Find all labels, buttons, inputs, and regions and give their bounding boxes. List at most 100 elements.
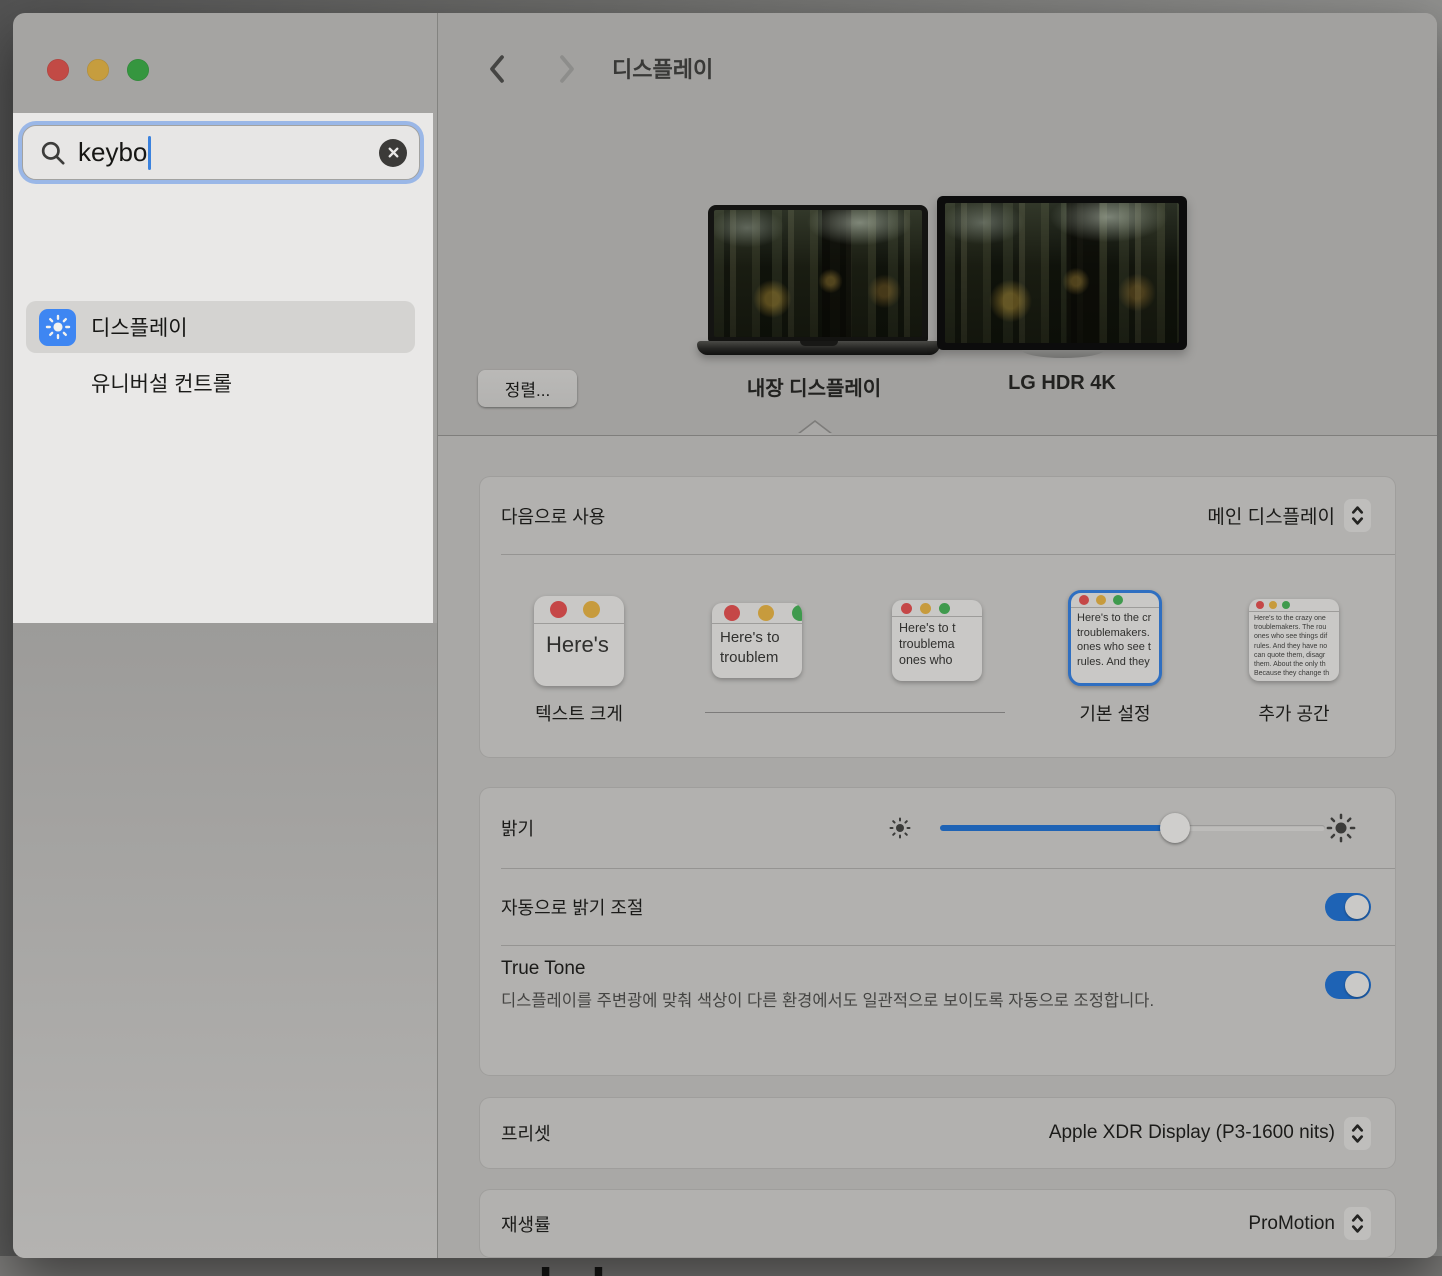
clear-search-button[interactable] [379,139,407,167]
use-as-stepper[interactable] [1344,499,1371,532]
wallpaper-preview [945,203,1179,343]
search-query-text: keybo [78,137,147,168]
zoom-icon [1113,595,1123,605]
true-tone-toggle[interactable] [1325,971,1371,999]
preview-text: troublema [899,636,982,652]
scaling-label-more-space: 추가 공간 [1229,700,1359,726]
preview-titlebar [892,600,982,617]
zoom-icon [939,603,950,614]
scaling-label-default: 기본 설정 [1048,700,1182,726]
macbook-base [697,341,940,355]
close-icon [387,146,400,159]
background-partial-text: ssh-keygen [476,1257,783,1276]
builtin-display-label: 내장 디스플레이 [698,372,930,401]
preview-text: can quote them, disagr [1254,651,1339,660]
true-tone-description: 디스플레이를 주변광에 맞춰 색상이 다른 환경에서도 일관적으로 보이도록 자… [501,987,1246,1016]
minimize-icon [758,605,774,621]
preview-text: ones who [899,652,982,668]
close-icon [901,603,912,614]
use-as-label: 다음으로 사용 [501,503,605,529]
arrange-button[interactable]: 정렬... [478,370,577,407]
close-button[interactable] [47,59,69,81]
close-icon [1256,601,1264,609]
external-display-thumbnail[interactable] [937,196,1187,350]
preview-text: ones who see t [1077,640,1159,655]
brightness-slider-fill [940,825,1175,831]
close-icon [550,601,567,618]
true-tone-row: True Tone 디스플레이를 주변광에 맞춰 색상이 다른 환경에서도 일관… [480,945,1395,1075]
display-mode-card: 다음으로 사용 메인 디스플레이 Here's Here's totrouble… [480,477,1395,757]
close-icon [1079,595,1089,605]
minimize-icon [920,603,931,614]
search-icon [39,139,66,166]
auto-brightness-label: 자동으로 밝기 조절 [501,894,643,920]
preview-text: Because they change th [1254,669,1339,678]
refresh-rate-value[interactable]: ProMotion [1248,1213,1335,1235]
preview-text: Here's to [720,628,802,648]
preview-text: rules. And they have no [1254,642,1339,651]
scaling-option-2[interactable]: Here's totroublem [712,603,802,678]
minimize-button[interactable] [87,59,109,81]
back-button[interactable] [485,54,509,84]
search-result-label: 디스플레이 [91,312,188,342]
preset-value[interactable]: Apple XDR Display (P3-1600 nits) [1049,1122,1335,1144]
minimize-icon [1096,595,1106,605]
system-settings-window: keybo 디스플레이 유니버설 컨트롤 디스플레이 내장 디스플레이 LG [13,13,1437,1258]
brightness-card: 밝기 자동으로 밝기 조절 True Tone 디스플레이를 주변광에 맞춰 색… [480,788,1395,1075]
section-divider [438,435,1437,436]
scaling-option-larger-text[interactable]: Here's [534,596,624,686]
zoom-icon [1282,601,1290,609]
brightness-dim-icon [888,816,912,840]
toggle-knob [1345,973,1369,997]
preview-text: troublem [720,648,802,668]
screen: ssh-keygen keybo [0,0,1442,1276]
scaling-label-larger-text: 텍스트 크게 [514,700,644,726]
brightness-slider-track[interactable] [940,825,1325,831]
preview-text: ones who see things dif [1254,632,1339,641]
scaling-option-more-space[interactable]: Here's to the crazy onetroublemakers. Th… [1249,599,1339,681]
preview-text: them. About the only th [1254,660,1339,669]
sidebar-lower-area [13,623,437,1258]
preview-text: rules. And they [1077,655,1159,670]
display-brightness-icon [39,309,76,346]
search-result-universal-control[interactable]: 유니버설 컨트롤 [26,366,415,400]
external-display-label: LG HDR 4K [962,372,1162,395]
preview-text: Here's to t [899,620,982,636]
search-input[interactable]: keybo [22,125,420,180]
true-tone-label: True Tone [501,958,586,980]
preview-text: Here's to the cr [1077,611,1159,626]
preset-stepper[interactable] [1344,1117,1371,1150]
refresh-rate-stepper[interactable] [1344,1207,1371,1240]
sidebar-divider [437,13,438,1258]
zoom-icon [792,605,802,621]
refresh-rate-card: 재생률 ProMotion [480,1190,1395,1257]
preview-text: Here's [546,632,624,658]
preset-label: 프리셋 [501,1120,551,1146]
preset-card: 프리셋 Apple XDR Display (P3-1600 nits) [480,1098,1395,1168]
use-as-value[interactable]: 메인 디스플레이 [1207,502,1335,529]
preview-text: Here's to the crazy one [1254,614,1339,623]
preview-titlebar [534,596,624,624]
preview-titlebar [1249,599,1339,612]
search-result-display[interactable]: 디스플레이 [26,301,415,353]
scaling-options-connector-line [705,712,1005,713]
preview-text: troublemakers. [1077,626,1159,641]
refresh-rate-label: 재생률 [501,1211,551,1237]
minimize-icon [1269,601,1277,609]
preview-titlebar [712,603,802,624]
desktop-background-band: ssh-keygen [0,1256,1442,1276]
builtin-display-thumbnail[interactable] [708,205,928,342]
zoom-button[interactable] [127,59,149,81]
scaling-option-default-selected[interactable]: Here's to the crtroublemakers.ones who s… [1068,590,1162,686]
preview-titlebar [1071,593,1159,608]
brightness-bright-icon [1326,813,1356,843]
text-cursor [148,136,151,170]
brightness-label: 밝기 [501,815,534,841]
brightness-slider-thumb[interactable] [1160,813,1190,843]
auto-brightness-toggle[interactable] [1325,893,1371,921]
minimize-icon [583,601,600,618]
scaling-option-3[interactable]: Here's to ttroublemaones who [892,600,982,681]
wallpaper-preview [714,210,922,337]
close-icon [724,605,740,621]
forward-button[interactable] [555,54,579,84]
